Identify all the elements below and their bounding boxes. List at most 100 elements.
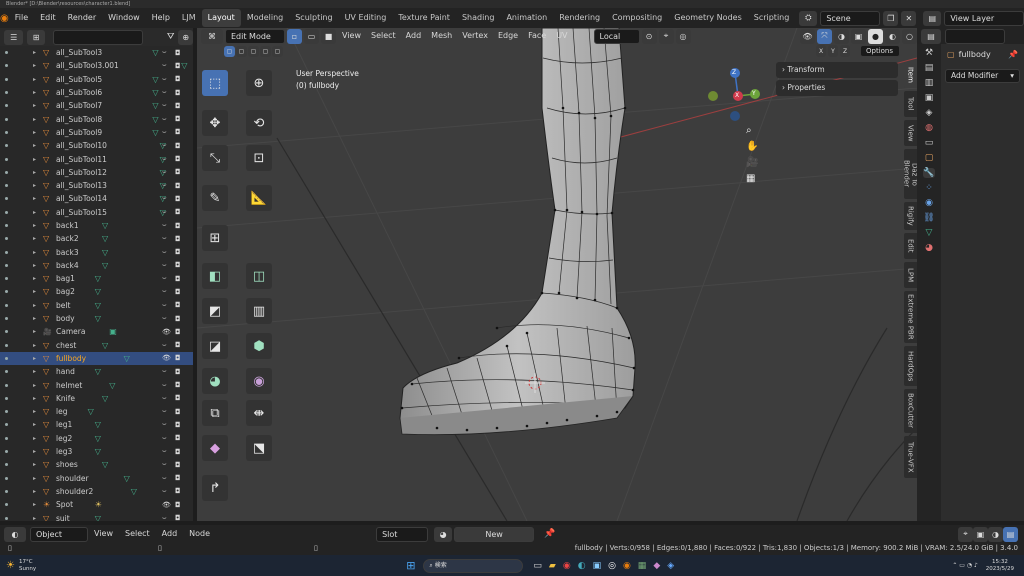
filter-icon[interactable]: ⛛: [167, 32, 175, 42]
mesh-data-icon[interactable]: ▽: [102, 221, 108, 230]
expand-arrow-icon[interactable]: ▸: [33, 368, 41, 375]
rotate-tool[interactable]: ⟲: [246, 110, 272, 136]
outliner-row-name[interactable]: leg2: [56, 434, 72, 443]
visibility-icon[interactable]: 👁: [800, 28, 815, 44]
visibility-toggle-icon[interactable]: 👁: [162, 501, 171, 509]
task-view-icon[interactable]: ▭: [533, 561, 542, 571]
scene-field[interactable]: Scene: [820, 10, 881, 26]
outliner-search-input[interactable]: [52, 29, 143, 45]
shader-editor-type-icon[interactable]: ◐: [4, 526, 26, 542]
visibility-toggle-icon[interactable]: ⌣: [162, 181, 167, 190]
outliner-row-name[interactable]: all_SubTool9: [56, 128, 102, 137]
expand-arrow-icon[interactable]: ▸: [33, 475, 41, 482]
mode-select[interactable]: Edit Mode: [225, 28, 285, 44]
tab-compositing[interactable]: Compositing: [606, 9, 668, 27]
expand-arrow-icon[interactable]: ▸: [33, 142, 41, 149]
outliner-row[interactable]: ▸ ▽ Knife ▽ ⌣ ◘: [0, 392, 193, 405]
light-data-icon[interactable]: ☀: [95, 500, 102, 509]
render-toggle-icon[interactable]: ◘: [175, 235, 181, 243]
visibility-toggle-icon[interactable]: ⌣: [162, 367, 167, 376]
mesh-data-icon[interactable]: ▽: [102, 234, 108, 243]
mesh-data-icon[interactable]: ▽: [95, 314, 101, 323]
menu-edit[interactable]: Edit: [34, 8, 62, 28]
select-box-tool[interactable]: ⬚: [202, 70, 228, 96]
render-toggle-icon[interactable]: ◘: [175, 368, 181, 376]
visibility-toggle-icon[interactable]: ⌣: [162, 487, 167, 496]
outliner-row[interactable]: ▸ ▽ belt ▽ ⌣ ◘: [0, 299, 193, 312]
outliner-row-name[interactable]: bag1: [56, 274, 75, 283]
outliner-row[interactable]: ▸ 🎥 Camera ▣ 👁 ◘: [0, 325, 193, 338]
outliner-row[interactable]: ▸ ▽ hand ▽ ⌣ ◘: [0, 365, 193, 378]
render-toggle-icon[interactable]: ◘: [175, 155, 181, 163]
expand-arrow-icon[interactable]: ▸: [33, 169, 41, 176]
outliner-row-name[interactable]: Camera: [56, 327, 85, 336]
3d-viewport[interactable]: [197, 28, 917, 521]
visibility-toggle-icon[interactable]: ⌣: [162, 168, 167, 177]
outliner-row[interactable]: ▸ ▽ leg3 ▽ ⌣ ◘: [0, 445, 193, 458]
orientation-select[interactable]: Local: [593, 28, 640, 44]
extrude-tool[interactable]: ◧: [202, 263, 228, 289]
overlay-icon[interactable]: ◑: [834, 28, 849, 44]
outliner-row-name[interactable]: Spot: [56, 500, 73, 509]
outliner-row[interactable]: ▸ ▽ back3 ▽ ⌣ ◘: [0, 245, 193, 258]
mesh-data-icon[interactable]: ▽: [95, 301, 101, 310]
blender-logo-icon[interactable]: ◉: [0, 13, 9, 24]
material-shading-icon[interactable]: ◐: [885, 28, 900, 44]
render-toggle-icon[interactable]: ◘: [175, 115, 181, 123]
render-props-icon[interactable]: ▤: [925, 63, 934, 73]
outliner-row[interactable]: ▸ ▽ suit ▽ ⌣ ◘: [0, 511, 193, 521]
outliner-row-name[interactable]: fullbody: [56, 354, 86, 363]
render-toggle-icon[interactable]: ◘: [175, 195, 181, 203]
edge-slide-tool[interactable]: ⧉: [202, 400, 228, 426]
visibility-toggle-icon[interactable]: ⌣: [162, 341, 167, 350]
output-props-icon[interactable]: ▥: [925, 78, 934, 88]
clock[interactable]: 15:32 2023/5/29: [986, 559, 1014, 573]
outliner-row[interactable]: ▸ ▽ leg1 ▽ ⌣ ◘: [0, 418, 193, 431]
outliner-row-name[interactable]: bag2: [56, 287, 75, 296]
app-icon-3[interactable]: ◈: [667, 561, 674, 571]
visibility-toggle-icon[interactable]: ⌣: [162, 420, 167, 429]
outliner-row-name[interactable]: all_SubTool13: [56, 181, 107, 190]
weather-widget[interactable]: 17°C Sunny: [19, 559, 36, 573]
outliner-row-name[interactable]: all_SubTool5: [56, 75, 102, 84]
render-toggle-icon[interactable]: ◘: [175, 222, 181, 230]
tab-sculpting[interactable]: Sculpting: [289, 9, 338, 27]
vp-menu-vertex[interactable]: Vertex: [458, 28, 492, 44]
expand-arrow-icon[interactable]: ▸: [33, 448, 41, 455]
copy-scene-icon[interactable]: ❐: [883, 10, 899, 26]
visibility-toggle-icon[interactable]: ⌣: [162, 248, 167, 257]
expand-arrow-icon[interactable]: ▸: [33, 102, 41, 109]
render-toggle-icon[interactable]: ◘: [175, 341, 181, 349]
blender-task-icon[interactable]: ◉: [623, 561, 631, 571]
expand-arrow-icon[interactable]: ▸: [33, 382, 41, 389]
mesh-data-icon[interactable]: ▽: [95, 514, 101, 521]
explorer-icon[interactable]: ▰: [549, 561, 556, 571]
expand-arrow-icon[interactable]: ▸: [33, 222, 41, 229]
outliner-row-name[interactable]: hand: [56, 367, 75, 376]
visibility-toggle-icon[interactable]: 👁: [162, 328, 171, 336]
select-subtract-icon[interactable]: ▢: [248, 46, 259, 57]
render-toggle-icon[interactable]: ◘: [175, 208, 181, 216]
vertex-select-icon[interactable]: ▫: [287, 28, 302, 44]
visibility-toggle-icon[interactable]: ⌣: [162, 88, 167, 97]
mesh-data-icon[interactable]: ▽: [95, 434, 101, 443]
expand-arrow-icon[interactable]: ▸: [33, 49, 41, 56]
select-new-icon[interactable]: ▢: [224, 46, 235, 57]
outliner-row-name[interactable]: all_SubTool7: [56, 101, 102, 110]
render-toggle-icon[interactable]: ◘: [175, 142, 181, 150]
shader-menu-add[interactable]: Add: [156, 525, 184, 543]
sidebar-tab[interactable]: View: [904, 120, 917, 146]
visibility-toggle-icon[interactable]: ⌣: [162, 394, 167, 403]
rip-tool[interactable]: ⬔: [246, 435, 272, 461]
sidebar-tab[interactable]: Tool: [904, 91, 917, 117]
weather-icon[interactable]: ☀: [6, 560, 15, 571]
expand-arrow-icon[interactable]: ▸: [33, 355, 41, 362]
expand-arrow-icon[interactable]: ▸: [33, 209, 41, 216]
mesh-data-icon[interactable]: ▽: [102, 341, 108, 350]
outliner-row-name[interactable]: all_SubTool11: [56, 155, 107, 164]
sidebar-tab[interactable]: HardOps: [904, 346, 917, 386]
constraints-props-icon[interactable]: ⛓: [923, 213, 934, 223]
snap-icon[interactable]: ⌖: [658, 28, 674, 44]
tab-scripting[interactable]: Scripting: [748, 9, 796, 27]
outliner-row-name[interactable]: leg: [56, 407, 67, 416]
